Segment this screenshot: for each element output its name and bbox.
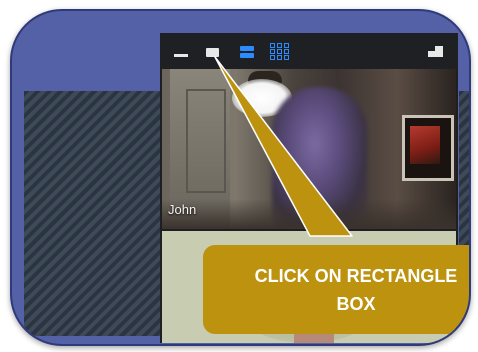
callout-box: CLICK ON RECTANGLE BOX [203,245,469,334]
callout-line-2: BOX [336,293,376,314]
screenshot-frame: John CLICK ON RECTANGLE BOX [10,9,471,346]
callout-line-1: CLICK ON RECTANGLE [254,265,458,286]
